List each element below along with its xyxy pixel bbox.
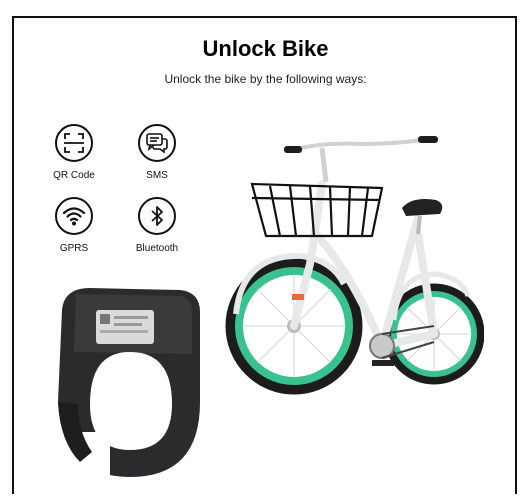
qr-code-icon [55,124,93,162]
method-qr-code: QR Code [34,124,114,181]
bluetooth-icon [138,197,176,235]
bicycle-image [225,136,484,395]
sms-icon [138,124,176,162]
method-gprs: GPRS [34,197,114,254]
method-label: SMS [146,170,168,181]
method-sms: SMS [117,124,197,181]
wifi-icon [55,197,93,235]
method-label: GPRS [59,243,89,254]
method-label: Bluetooth [135,243,179,254]
smart-lock-image [50,288,200,482]
method-bluetooth: Bluetooth [117,197,197,254]
page-title: Unlock Bike [202,36,329,61]
method-label: QR Code [53,170,95,181]
page-subtitle: Unlock the bike by the following ways: [164,72,367,86]
